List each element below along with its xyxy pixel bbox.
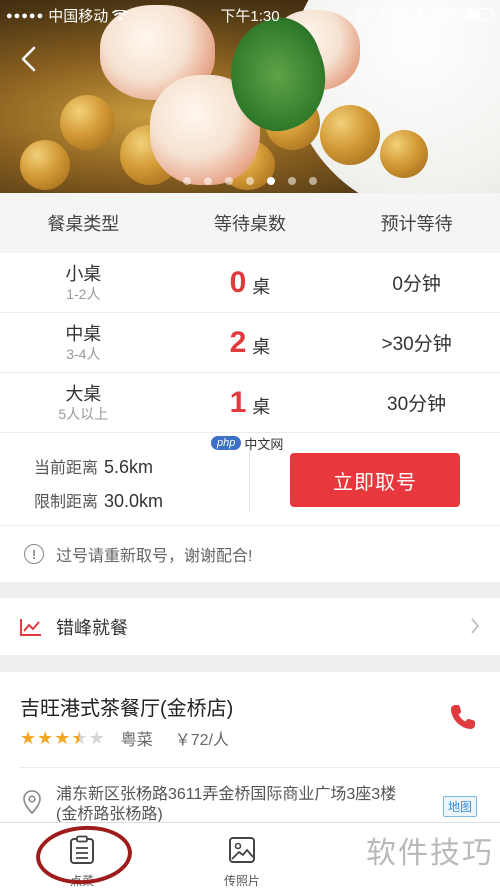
pager-dot[interactable] [183,177,191,185]
tab-photo-label: 传照片 [223,874,260,888]
star-icon: ★ [37,728,54,748]
map-button[interactable]: 地图 [443,796,478,817]
php-watermark-logo: php [211,436,242,450]
estimated-wait: 0分钟 [392,274,441,295]
rating-stars: ★ ★ ★ ★ ★ [20,728,105,748]
offpeak-dining-row[interactable]: 错峰就餐 [0,598,500,655]
limit-distance: 限制距离 30.0km [34,485,163,519]
table-unit: 桌 [252,336,271,357]
pager-dot[interactable] [309,177,317,185]
divider [20,767,500,768]
orientation-lock-icon [356,7,370,20]
status-bar: ●●●●● 中国移动 下午1:30 48% [0,0,500,28]
cuisine-type: 粤菜 [120,732,153,749]
info-icon: ! [24,544,44,564]
offpeak-label: 错峰就餐 [56,617,128,638]
nut-shape [320,105,380,165]
waiting-count: 1 [229,385,247,419]
table-row-small: 小桌 1-2人 0桌 0分钟 [0,253,500,313]
battery-fill [468,9,480,18]
chevron-right-icon [471,618,480,634]
queue-panel: 餐桌类型 等待桌数 预计等待 小桌 1-2人 0桌 0分钟 中桌 3-4人 2桌… [0,193,500,582]
table-row-large: 大桌 5人以上 1桌 30分钟 [0,373,500,433]
back-chevron-icon[interactable] [14,44,44,74]
battery-percent: 48% [429,5,460,22]
header-waiting-tables: 等待桌数 [213,214,286,234]
tab-upload-photo[interactable]: 传照片 [202,835,282,889]
take-number-button[interactable]: 立即取号 [290,453,460,507]
location-arrow-icon [376,8,387,19]
waiting-count: 2 [229,325,247,359]
header-table-type: 餐桌类型 [47,214,120,234]
location-pin-icon [23,790,41,814]
divider [249,445,250,513]
estimated-wait: >30分钟 [381,334,452,355]
site-watermark: 软件技巧 [366,837,494,870]
limit-distance-label: 限制距离 [34,494,99,511]
restaurant-info: 吉旺港式茶餐厅(金桥店) ★ ★ ★ ★ ★ 粤菜 ￥72/人 浦东新区张杨路3611弄… [0,672,500,825]
restaurant-name: 吉旺港式茶餐厅(金桥店) [20,698,234,720]
current-distance: 当前距离 5.6km [34,451,163,485]
notice-bar: ! 过号请重新取号，谢谢配合! [0,526,500,582]
alarm-icon [395,8,407,21]
table-unit: 桌 [252,396,271,417]
photo-icon [229,837,255,863]
star-icon: ★ [88,728,105,748]
restaurant-address[interactable]: 浦东新区张杨路3611弄金桥国际商业广场3座3楼(金桥路张杨路) [56,785,416,825]
limit-distance-value: 30.0km [104,491,164,511]
restaurant-meta: ★ ★ ★ ★ ★ 粤菜 ￥72/人 [20,726,229,750]
trend-chart-icon [20,618,41,636]
battery-icon [466,7,495,20]
star-icon: ★ [20,728,37,748]
waiting-count: 0 [229,265,247,299]
table-type-name: 中桌 [65,323,102,344]
php-watermark-text: 中文网 [244,436,284,452]
bluetooth-icon [415,6,423,21]
nut-shape [380,130,428,178]
table-type-name: 大桌 [65,383,102,404]
distance-section: php 中文网 当前距离 5.6km 限制距离 30.0km 立即取号 [0,433,500,526]
star-icon: ★ [54,728,71,748]
queue-table-header: 餐桌类型 等待桌数 预计等待 [0,193,500,253]
header-estimated-wait: 预计等待 [380,214,453,234]
table-row-medium: 中桌 3-4人 2桌 >30分钟 [0,313,500,373]
food-photo-banner[interactable]: ●●●●● 中国移动 下午1:30 48% [0,0,500,193]
phone-icon[interactable] [448,702,478,732]
php-watermark: php 中文网 [211,433,291,453]
current-distance-label: 当前距离 [34,460,99,477]
pager-dot[interactable] [225,177,233,185]
image-pager-dots[interactable] [0,177,500,185]
notice-text: 过号请重新取号，谢谢配合! [56,548,253,565]
table-type-name: 小桌 [65,263,102,284]
table-unit: 桌 [252,276,271,297]
current-distance-value: 5.6km [104,457,154,477]
price-per-person: ￥72/人 [174,732,229,749]
pager-dot[interactable] [246,177,254,185]
pager-dot[interactable] [288,177,296,185]
star-icon: ★ [71,728,88,748]
table-capacity: 1-2人 [66,285,101,302]
pager-dot[interactable] [267,177,275,185]
pager-dot[interactable] [204,177,212,185]
table-capacity: 5人以上 [58,405,109,422]
estimated-wait: 30分钟 [387,394,447,415]
table-capacity: 3-4人 [66,345,101,362]
nut-shape [60,95,115,150]
